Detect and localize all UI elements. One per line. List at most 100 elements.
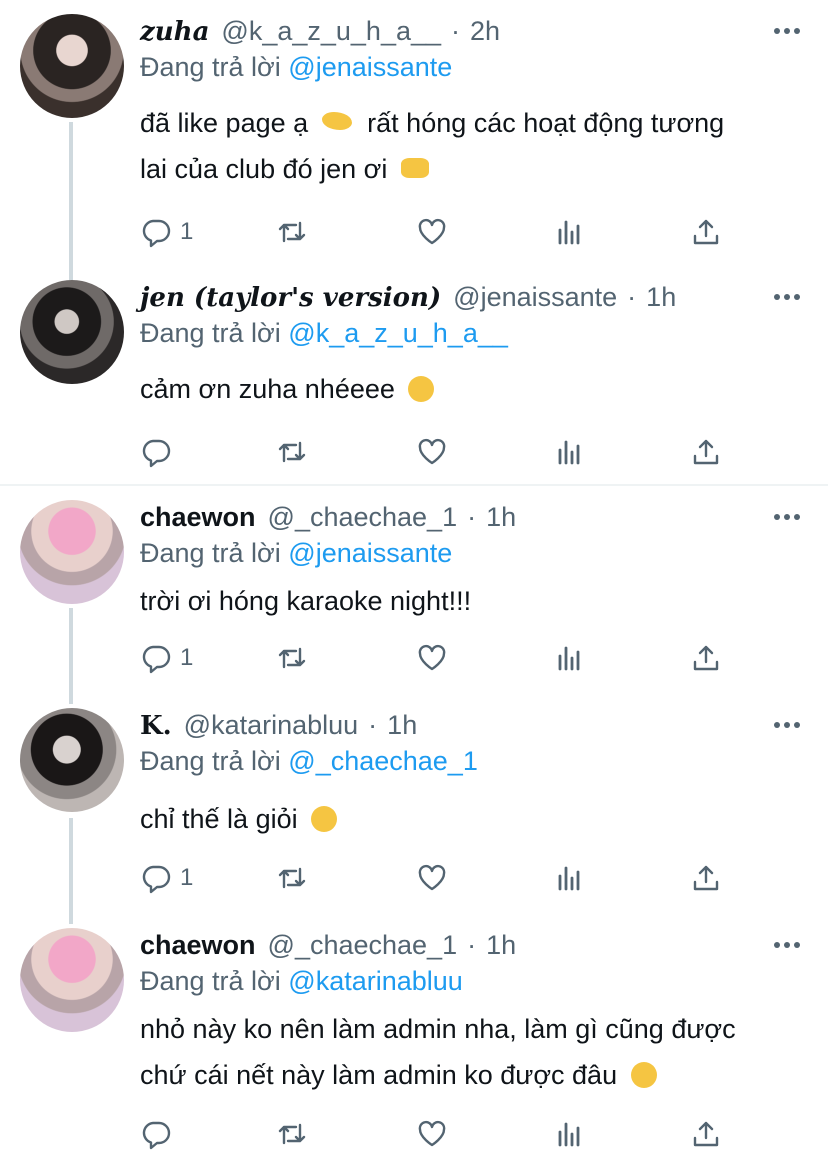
like-icon	[418, 1120, 446, 1147]
tweet-actions	[140, 1114, 740, 1154]
reply-count: 1	[180, 864, 194, 891]
like-button[interactable]	[416, 638, 448, 678]
avatar[interactable]	[20, 500, 124, 604]
display-name[interactable]: jen (taylor's version)	[140, 283, 441, 313]
tweet-header: K. @katarinabluu · 1h	[140, 710, 417, 750]
tweet-text-line: lai của club đó jen ơi	[140, 154, 388, 184]
grimacing-face-emoji-icon	[630, 1062, 657, 1088]
display-name[interactable]: zuha	[140, 17, 209, 47]
separator: ·	[451, 16, 461, 46]
tweet[interactable]: K. @katarinabluu · 1h Đang trả lời @_cha…	[0, 708, 828, 908]
replying-to-link[interactable]: @katarinabluu	[288, 966, 463, 996]
replying-to: Đang trả lời @katarinabluu	[140, 966, 463, 997]
retweet-button[interactable]	[276, 858, 308, 898]
reply-button[interactable]	[140, 432, 180, 472]
reply-button[interactable]: 1	[140, 638, 193, 678]
reply-button[interactable]: 1	[140, 858, 193, 898]
display-name[interactable]: chaewon	[140, 502, 256, 533]
replying-label: Đang trả lời	[140, 318, 281, 348]
user-handle[interactable]: @k_a_z_u_h_a__	[221, 16, 441, 47]
like-icon	[418, 644, 446, 671]
views-icon	[558, 1122, 580, 1147]
tweet-actions: 1	[140, 212, 740, 252]
share-button[interactable]	[690, 858, 722, 898]
reply-icon	[142, 439, 171, 468]
tweet-header: jen (taylor's version) @jenaissante · 1h	[140, 282, 676, 322]
user-handle[interactable]: @_chaechae_1	[268, 930, 458, 961]
more-icon[interactable]	[774, 28, 800, 34]
tweet[interactable]: chaewon @_chaechae_1 · 1h Đang trả lời @…	[0, 500, 828, 690]
replying-to: Đang trả lời @jenaissante	[140, 538, 452, 569]
avatar[interactable]	[20, 14, 124, 118]
display-name[interactable]: chaewon	[140, 930, 256, 961]
like-icon	[418, 438, 446, 465]
like-button[interactable]	[416, 858, 448, 898]
like-icon	[418, 864, 446, 891]
tweet[interactable]: chaewon @_chaechae_1 · 1h Đang trả lời @…	[0, 928, 828, 1159]
share-icon	[693, 645, 719, 671]
views-button[interactable]	[554, 858, 586, 898]
like-button[interactable]	[416, 432, 448, 472]
tweet-text-line: rất hóng các hoạt động tương	[367, 108, 725, 138]
reply-icon	[142, 645, 171, 674]
share-button[interactable]	[690, 212, 722, 252]
retweet-button[interactable]	[276, 1114, 308, 1154]
timestamp[interactable]: 1h	[387, 710, 417, 741]
display-name[interactable]: K.	[140, 711, 172, 741]
tweet-text: đã like page ạ rất hóng các hoạt động tư…	[140, 100, 800, 192]
views-icon	[558, 440, 580, 465]
retweet-icon	[278, 441, 306, 463]
tweet[interactable]: jen (taylor's version) @jenaissante · 1h…	[0, 280, 828, 470]
reply-button[interactable]	[140, 1114, 180, 1154]
timestamp[interactable]: 2h	[470, 16, 500, 47]
replying-to: Đang trả lời @_chaechae_1	[140, 746, 478, 777]
user-handle[interactable]: @jenaissante	[453, 282, 617, 313]
like-button[interactable]	[416, 212, 448, 252]
retweet-button[interactable]	[276, 212, 308, 252]
tweet-actions	[140, 432, 740, 472]
avatar[interactable]	[20, 280, 124, 384]
tweet-text-line: chỉ thế là giỏi	[140, 804, 298, 834]
tweet-actions: 1	[140, 638, 740, 678]
reply-button[interactable]: 1	[140, 212, 193, 252]
more-icon[interactable]	[774, 942, 800, 948]
tweet-text-line: chứ cái nết này làm admin ko được đâu	[140, 1060, 618, 1090]
views-icon	[558, 220, 580, 245]
retweet-button[interactable]	[276, 638, 308, 678]
retweet-button[interactable]	[276, 432, 308, 472]
user-handle[interactable]: @_chaechae_1	[268, 502, 458, 533]
separator: ·	[467, 502, 477, 532]
tweet-text: cảm ơn zuha nhéeee	[140, 366, 800, 412]
share-button[interactable]	[690, 1114, 722, 1154]
tweet[interactable]: zuha @k_a_z_u_h_a__ · 2h Đang trả lời @j…	[0, 14, 828, 264]
reply-icon	[142, 1121, 171, 1150]
views-button[interactable]	[554, 432, 586, 472]
views-button[interactable]	[554, 638, 586, 678]
like-button[interactable]	[416, 1114, 448, 1154]
replying-to-link[interactable]: @jenaissante	[288, 538, 452, 568]
tweet-text: nhỏ này ko nên làm admin nha, làm gì cũn…	[140, 1006, 800, 1098]
avatar[interactable]	[20, 708, 124, 812]
avatar[interactable]	[20, 928, 124, 1032]
share-button[interactable]	[690, 432, 722, 472]
more-icon[interactable]	[774, 294, 800, 300]
replying-to-link[interactable]: @jenaissante	[288, 52, 452, 82]
timestamp[interactable]: 1h	[486, 502, 516, 533]
separator: ·	[467, 930, 477, 960]
tweet-text-line: cảm ơn zuha nhéeee	[140, 374, 395, 404]
share-button[interactable]	[690, 638, 722, 678]
divider	[0, 484, 828, 486]
more-icon[interactable]	[774, 514, 800, 520]
tweet-text: trời ơi hóng karaoke night!!!	[140, 578, 800, 624]
tweet-actions: 1	[140, 858, 740, 898]
user-handle[interactable]: @katarinabluu	[184, 710, 359, 741]
replying-to-link[interactable]: @k_a_z_u_h_a__	[288, 318, 508, 348]
tweet-header: chaewon @_chaechae_1 · 1h	[140, 930, 516, 970]
views-button[interactable]	[554, 212, 586, 252]
more-icon[interactable]	[774, 722, 800, 728]
views-button[interactable]	[554, 1114, 586, 1154]
timestamp[interactable]: 1h	[486, 930, 516, 961]
tweet-text-line: trời ơi hóng karaoke night!!!	[140, 586, 472, 616]
timestamp[interactable]: 1h	[646, 282, 676, 313]
replying-to-link[interactable]: @_chaechae_1	[288, 746, 478, 776]
